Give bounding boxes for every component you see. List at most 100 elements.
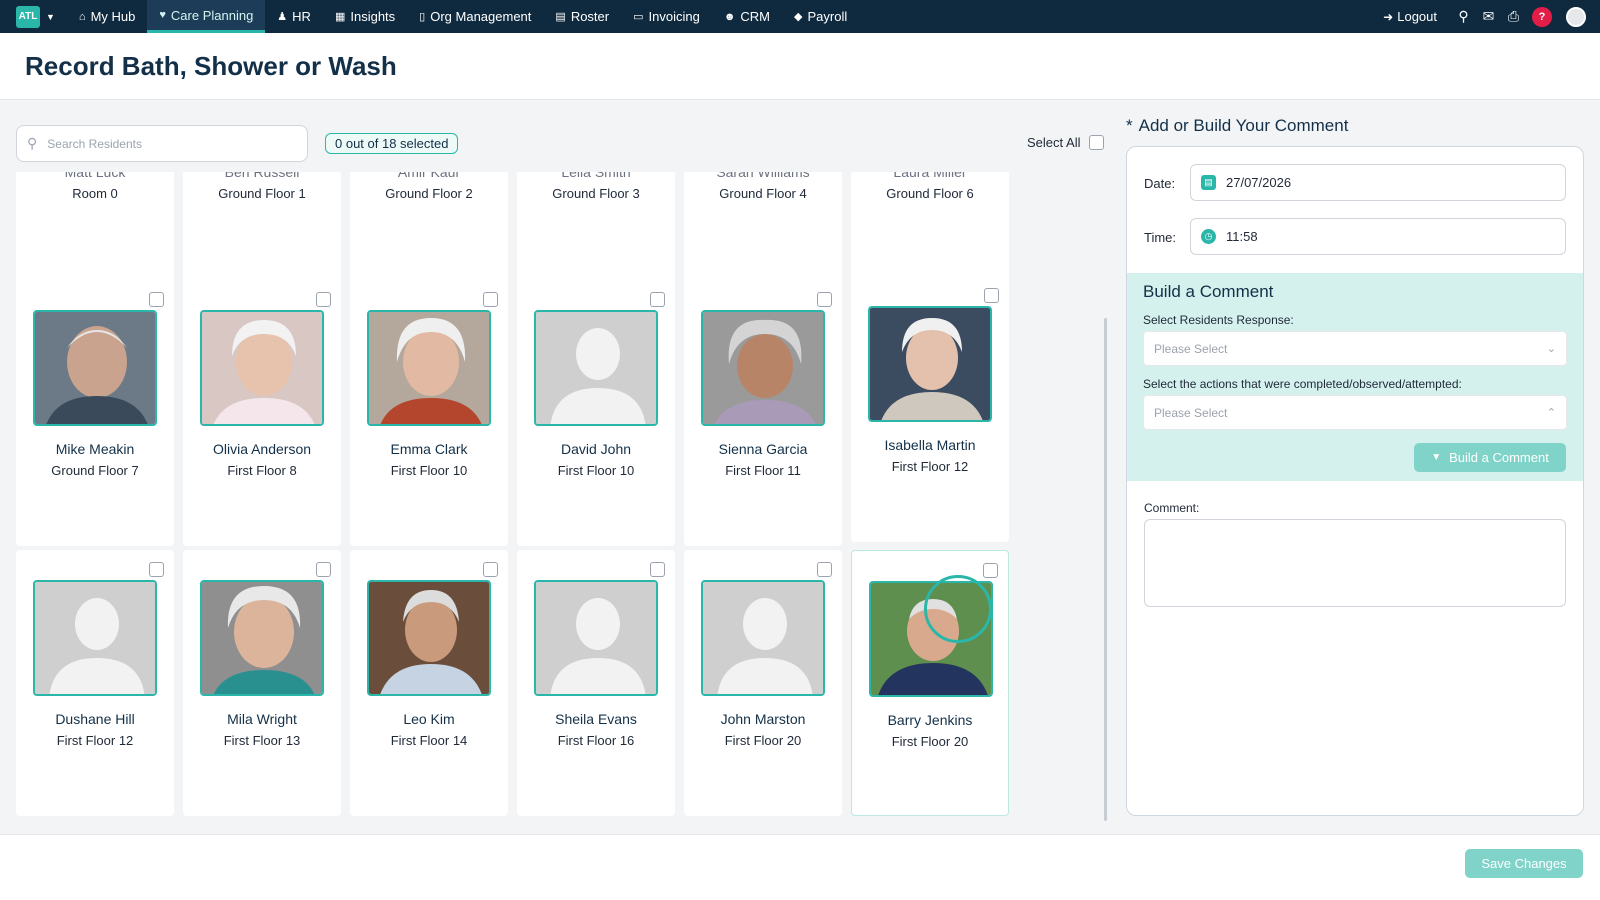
print-icon[interactable]: ⎙ (1501, 0, 1526, 33)
resident-room: First Floor 20 (891, 734, 969, 749)
nav-item-label: Roster (570, 9, 610, 24)
resident-card[interactable]: Dushane Hill First Floor 12 (16, 550, 174, 816)
heart-icon: ♥ (159, 9, 166, 21)
resident-checkbox[interactable] (316, 292, 331, 307)
nav-item-invoicing[interactable]: ▭ Invoicing (621, 0, 712, 33)
resident-name: Leo Kim (403, 711, 455, 727)
comment-label: Comment: (1144, 501, 1200, 515)
resident-checkbox[interactable] (483, 562, 498, 577)
resident-card[interactable]: Sheila Evans First Floor 16 (517, 550, 675, 816)
resident-checkbox[interactable] (983, 563, 998, 578)
resident-photo (701, 580, 825, 696)
page-title: Record Bath, Shower or Wash (25, 51, 397, 81)
resident-room: First Floor 12 (56, 733, 134, 748)
resident-name: Leila Smith (561, 172, 631, 180)
date-field[interactable]: ▤ 27/07/2026 (1190, 164, 1566, 201)
select-all-label: Select All (1027, 135, 1081, 150)
nav-item-my-hub[interactable]: ⌂ My Hub (67, 0, 147, 33)
build-comment-title: Build a Comment (1143, 282, 1274, 301)
focus-ring (924, 575, 992, 643)
mail-icon[interactable]: ✉ (1476, 0, 1501, 33)
resident-checkbox[interactable] (650, 562, 665, 577)
brand-switcher[interactable]: ATL ▼ (16, 5, 55, 28)
chevron-down-icon: ⌄ (1546, 343, 1556, 355)
logout-label: Logout (1397, 9, 1437, 24)
placeholder-avatar-icon (536, 582, 656, 694)
search-box[interactable]: ⚲ (16, 125, 308, 162)
resident-card[interactable]: Emma Clark First Floor 10 (350, 280, 508, 546)
time-field[interactable]: ◷ 11:58 (1190, 218, 1566, 255)
resident-checkbox[interactable] (149, 562, 164, 577)
resident-card[interactable]: Leo Kim First Floor 14 (350, 550, 508, 816)
search-icon: ⚲ (27, 135, 38, 151)
time-value: 11:58 (1226, 229, 1258, 244)
resident-checkbox[interactable] (483, 292, 498, 307)
selection-count-badge: 0 out of 18 selected (325, 133, 459, 154)
logout-button[interactable]: ➜ Logout (1383, 9, 1437, 24)
grid-scrollbar[interactable] (1104, 318, 1107, 821)
nav-item-hr[interactable]: ♟ HR (265, 0, 323, 33)
nav-item-care-planning[interactable]: ♥ Care Planning (147, 0, 266, 33)
resident-grid: Matt Luck Room 0 Ben Russell Ground Floo… (16, 172, 1016, 822)
resident-checkbox[interactable] (817, 292, 832, 307)
resident-photo (200, 580, 324, 696)
comment-textarea[interactable] (1144, 519, 1566, 607)
resident-name: Sarah Williams (716, 172, 810, 180)
resident-checkbox[interactable] (149, 292, 164, 307)
nav-item-label: HR (292, 9, 311, 24)
help-icon[interactable]: ? (1532, 6, 1552, 27)
nav-item-label: CRM (740, 9, 771, 24)
build-comment-button[interactable]: ▼ Build a Comment (1414, 443, 1566, 472)
response-select[interactable]: Please Select ⌄ (1143, 331, 1567, 366)
resident-name: Mike Meakin (55, 441, 135, 457)
resident-name: Emma Clark (390, 441, 468, 457)
brand-logo: ATL (16, 5, 40, 28)
search-icon[interactable]: ⚲ (1451, 0, 1476, 33)
resident-card[interactable]: Olivia Anderson First Floor 8 (183, 280, 341, 546)
resident-name: Matt Luck (64, 172, 126, 180)
nav-item-org-management[interactable]: ▯ Org Management (407, 0, 543, 33)
avatar[interactable] (1566, 6, 1586, 27)
resident-checkbox[interactable] (650, 292, 665, 307)
resident-checkbox[interactable] (817, 562, 832, 577)
resident-room: First Floor 16 (557, 733, 635, 748)
save-changes-button[interactable]: Save Changes (1465, 849, 1583, 878)
search-input[interactable] (47, 136, 278, 151)
resident-checkbox[interactable] (316, 562, 331, 577)
resident-room: First Floor 12 (891, 459, 969, 474)
top-nav: ATL ▼ ⌂ My Hub ♥ Care Planning ♟ HR ▦ Insigh… (0, 0, 1600, 33)
building-icon: ▯ (419, 11, 426, 23)
page-header: Record Bath, Shower or Wash (0, 33, 1600, 100)
resident-card[interactable]: David John First Floor 10 (517, 280, 675, 546)
resident-name: Amir Kaur (397, 172, 461, 180)
resident-name: Laura Miller (893, 172, 967, 180)
resident-name: Barry Jenkins (887, 712, 973, 728)
resident-name: Mila Wright (227, 711, 297, 727)
nav-item-payroll[interactable]: ◆ Payroll (782, 0, 859, 33)
resident-photo (33, 580, 157, 696)
resident-card[interactable]: Isabella Martin First Floor 12 (851, 276, 1009, 542)
actions-select[interactable]: Please Select ⌃ (1143, 395, 1567, 430)
home-icon: ⌂ (78, 10, 86, 23)
resident-photo (534, 310, 658, 426)
nav-item-roster[interactable]: ▤ Roster (543, 0, 621, 33)
select-all-checkbox[interactable] (1089, 135, 1105, 150)
nav-item-label: Payroll (807, 9, 848, 24)
panel-title: * Add or Build Your Comment (1126, 116, 1348, 136)
resident-card[interactable]: Barry Jenkins First Floor 20 (851, 550, 1009, 816)
resident-name: Ben Russell (224, 172, 300, 180)
resident-checkbox[interactable] (984, 288, 999, 303)
placeholder-avatar-icon (35, 582, 155, 694)
nav-item-label: Invoicing (648, 9, 700, 24)
resident-card[interactable]: Mila Wright First Floor 13 (183, 550, 341, 816)
date-value: 27/07/2026 (1226, 175, 1292, 190)
nav-item-crm[interactable]: ☻ CRM (712, 0, 782, 33)
required-marker: * (1126, 116, 1133, 135)
footer: Save Changes (0, 834, 1600, 900)
select-all[interactable]: Select All (1027, 135, 1105, 150)
resident-card[interactable]: Mike Meakin Ground Floor 7 (16, 280, 174, 546)
resident-card[interactable]: Sienna Garcia First Floor 11 (684, 280, 842, 546)
resident-card[interactable]: John Marston First Floor 20 (684, 550, 842, 816)
resident-room: First Floor 13 (223, 733, 301, 748)
nav-item-insights[interactable]: ▦ Insights (323, 0, 407, 33)
